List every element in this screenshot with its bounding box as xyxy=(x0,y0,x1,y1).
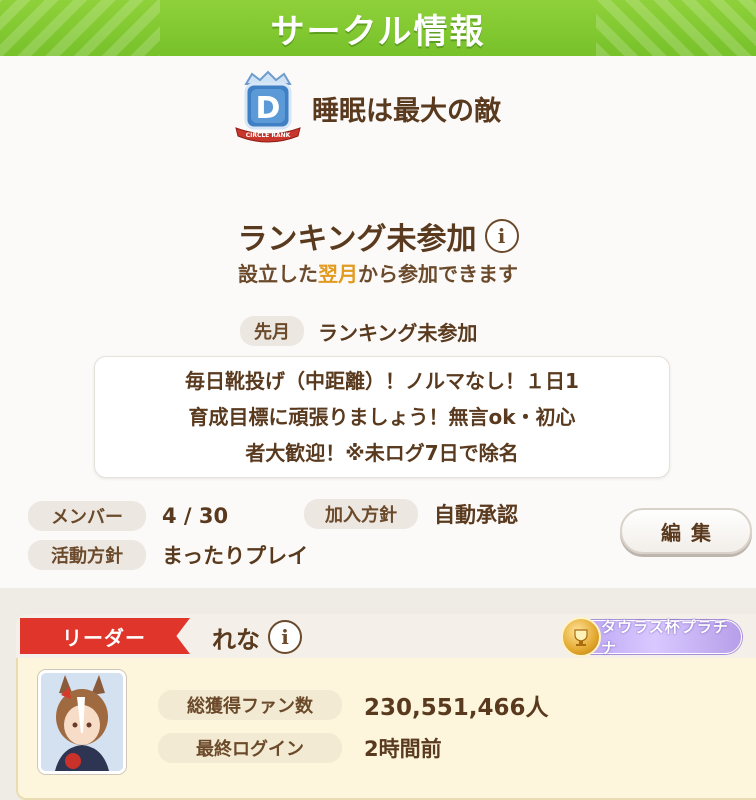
members-value: 4 / 30 xyxy=(162,504,229,528)
ranking-info-icon[interactable]: i xyxy=(484,219,519,253)
circle-rank-badge: D CIRCLE RANK xyxy=(232,70,304,146)
last-month-row: 先月 ランキング未参加 xyxy=(240,316,477,346)
fans-value: 230,551,466人 xyxy=(364,695,549,721)
last-month-label: 先月 xyxy=(240,316,304,346)
leader-info-icon[interactable]: i xyxy=(268,620,302,654)
circle-description-box: 毎日靴投げ（中距離）！ノルマなし！１日1 育成目標に頑張りましょう！無言ok・初… xyxy=(94,356,670,478)
last-login-row: 最終ログイン 2時間前 xyxy=(158,733,442,763)
ranking-status: ランキング未参加 i xyxy=(0,214,756,258)
activity-policy-row: 活動方針 まったりプレイ xyxy=(28,540,308,570)
circle-header: D CIRCLE RANK 睡眠は最大の敵 xyxy=(232,70,501,146)
activity-policy-label: 活動方針 xyxy=(28,540,146,570)
members-row: メンバー 4 / 30 xyxy=(28,501,228,531)
activity-policy-value: まったりプレイ xyxy=(162,544,309,568)
join-policy-value: 自動承認 xyxy=(434,503,518,527)
circle-description: 毎日靴投げ（中距離）！ノルマなし！１日1 育成目標に頑張りましょう！無言ok・初… xyxy=(185,369,579,465)
leader-ribbon: リーダー xyxy=(20,618,190,654)
trophy-label: タウラス杯プラチナ xyxy=(601,618,729,657)
rank-caption: CIRCLE RANK xyxy=(246,132,291,139)
page-title: サークル情報 xyxy=(270,11,486,52)
ranking-title: ランキング未参加 xyxy=(237,222,477,257)
join-policy-label: 加入方針 xyxy=(304,499,418,529)
last-login-label: 最終ログイン xyxy=(158,733,342,763)
trophy-coin-icon xyxy=(561,617,601,657)
leader-avatar-image xyxy=(41,673,123,771)
members-label: メンバー xyxy=(28,501,146,531)
trophy-badge[interactable]: タウラス杯プラチナ xyxy=(561,617,742,657)
fans-row: 総獲得ファン数 230,551,466人 xyxy=(158,688,549,722)
edit-button[interactable]: 編集 xyxy=(620,508,752,554)
leader-name: れな xyxy=(212,626,260,654)
circle-name: 睡眠は最大の敵 xyxy=(312,95,501,127)
rank-shield-icon: D CIRCLE RANK xyxy=(235,70,301,143)
notice-text-before: 設立した xyxy=(238,262,318,286)
join-policy-row: 加入方針 自動承認 xyxy=(304,499,518,529)
leader-avatar[interactable] xyxy=(38,670,126,774)
notice-accent-text: 翌月 xyxy=(318,262,358,286)
page-header: サークル情報 xyxy=(0,0,756,56)
fans-label: 総獲得ファン数 xyxy=(158,690,342,720)
last-month-value: ランキング未参加 xyxy=(318,320,478,345)
ranking-notice: 設立した翌月から参加できます xyxy=(0,258,756,287)
last-login-value: 2時間前 xyxy=(364,737,442,761)
rank-letter: D xyxy=(256,91,281,126)
notice-text-after: から参加できます xyxy=(358,262,518,286)
